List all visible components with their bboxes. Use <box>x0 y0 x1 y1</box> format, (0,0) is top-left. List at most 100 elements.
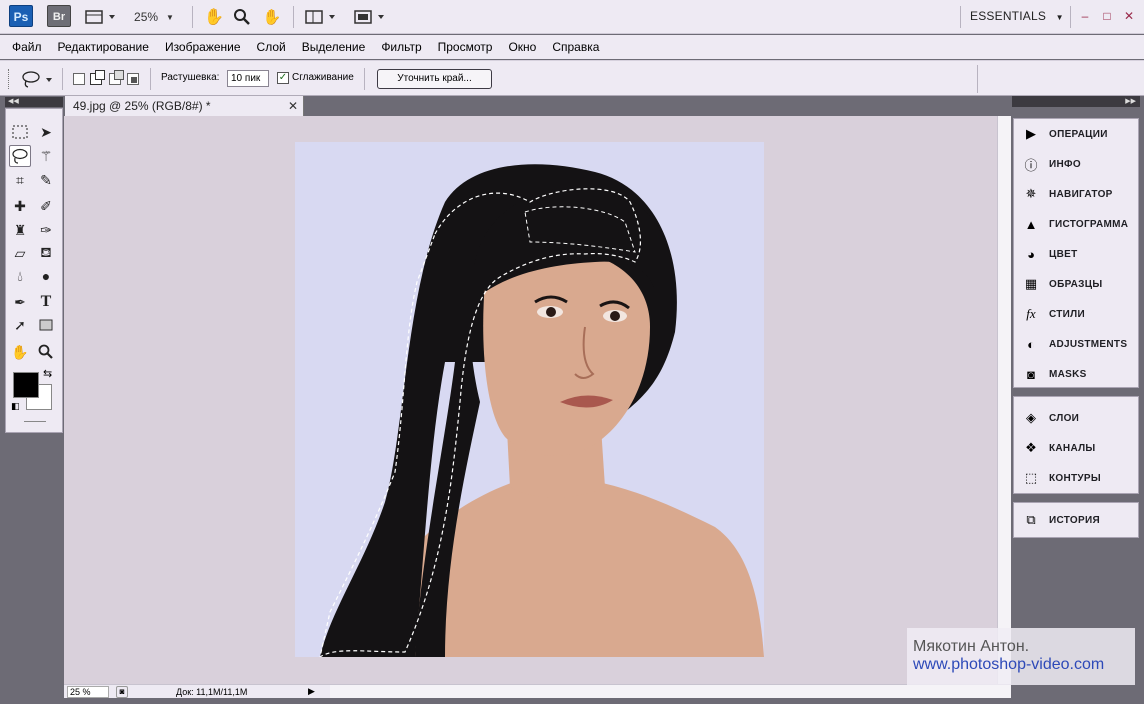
lasso-tool[interactable] <box>9 145 31 167</box>
close-icon[interactable]: ✕ <box>288 96 298 116</box>
panel-masks[interactable]: ◙ MASKS <box>1014 359 1140 389</box>
rectangular-marquee-tool[interactable] <box>9 121 31 143</box>
hand-tool[interactable]: ✋ <box>9 341 31 363</box>
status-menu-arrow-icon[interactable]: ▶ <box>308 686 315 697</box>
paint-bucket-tool[interactable]: ⛾ <box>35 242 57 264</box>
document-tab-bar: 49.jpg @ 25% (RGB/8#) * ✕ <box>64 96 1011 116</box>
path-selection-tool[interactable]: ➚ <box>9 314 31 336</box>
swap-colors-icon[interactable]: ⇆ <box>43 367 52 380</box>
menu-window[interactable]: Окно <box>508 40 536 54</box>
panel-label: КОНТУРЫ <box>1049 472 1101 484</box>
document-tab[interactable]: 49.jpg @ 25% (RGB/8#) * ✕ <box>65 96 304 116</box>
screen-mode-button[interactable] <box>354 6 390 28</box>
arrange-documents-button[interactable] <box>305 6 341 28</box>
hand-tool-button[interactable]: ✋ <box>203 6 225 28</box>
view-extras-button[interactable] <box>82 6 122 28</box>
panel-label: СЛОИ <box>1049 412 1080 424</box>
menu-image[interactable]: Изображение <box>165 40 241 54</box>
panel-info[interactable]: ⓘ ИНФО <box>1014 149 1140 179</box>
right-pupil <box>610 311 620 321</box>
close-button[interactable]: ✕ <box>1121 8 1137 24</box>
watermark-author: Мякотин Антон. <box>913 638 1030 655</box>
magic-wand-tool[interactable]: ⚚ <box>35 145 57 167</box>
eraser-tool[interactable]: ▱ <box>9 242 31 264</box>
panel-channels[interactable]: ❖ КАНАЛЫ <box>1014 433 1140 463</box>
antialias-checkbox[interactable]: ✓ <box>277 72 289 84</box>
panel-styles[interactable]: fx СТИЛИ <box>1014 299 1140 329</box>
type-tool[interactable]: T <box>35 291 57 313</box>
panel-adjustments[interactable]: ◐ ADJUSTMENTS <box>1014 329 1140 359</box>
menu-select[interactable]: Выделение <box>302 40 366 54</box>
panel-color[interactable]: ◕ ЦВЕТ <box>1014 239 1140 269</box>
healing-brush-tool[interactable]: ✚ <box>9 195 31 217</box>
add-to-selection-button[interactable] <box>90 70 105 85</box>
tools-panel-collapse-bar[interactable]: ◀◀ <box>5 97 63 107</box>
panel-history[interactable]: ⧉ ИСТОРИЯ <box>1014 505 1140 535</box>
pen-tool[interactable]: ✒ <box>9 291 31 313</box>
swatches-icon: ▦ <box>1024 276 1038 291</box>
workspace-switcher[interactable]: ESSENTIALS ▼ <box>970 9 1064 23</box>
panel-paths[interactable]: ⬚ КОНТУРЫ <box>1014 463 1140 493</box>
channels-icon: ❖ <box>1025 440 1037 455</box>
panel-label: ОБРАЗЦЫ <box>1049 278 1103 290</box>
panel-label: СТИЛИ <box>1049 308 1085 320</box>
zoom-tool[interactable] <box>35 341 57 363</box>
move-tool[interactable]: ➤ <box>35 121 57 143</box>
panel-label: ОПЕРАЦИИ <box>1049 128 1108 140</box>
panel-histogram[interactable]: ▲ ГИСТОГРАММА <box>1014 209 1140 239</box>
brush-tool[interactable]: ✐ <box>35 195 57 217</box>
masks-icon: ◙ <box>1027 366 1035 382</box>
subtract-from-selection-button[interactable] <box>109 70 124 85</box>
menu-layer[interactable]: Слой <box>257 40 286 54</box>
horizontal-scrollbar[interactable] <box>330 684 1011 698</box>
watermark: Мякотин Антон. www.photoshop-video.com <box>907 628 1135 685</box>
rotate-view-button[interactable]: ✋ <box>261 6 283 28</box>
menu-filter[interactable]: Фильтр <box>381 40 421 54</box>
feather-input[interactable] <box>227 70 269 87</box>
options-bar-grip[interactable] <box>8 69 10 89</box>
history-brush-tool[interactable]: ✑ <box>35 219 57 241</box>
rectangle-shape-tool[interactable] <box>35 314 57 336</box>
tool-preset-picker[interactable] <box>20 69 56 92</box>
panel-actions[interactable]: ▶ ОПЕРАЦИИ <box>1014 119 1140 149</box>
menu-help[interactable]: Справка <box>552 40 599 54</box>
lasso-icon <box>12 148 28 164</box>
minimize-button[interactable]: – <box>1077 8 1093 24</box>
zoom-level-dropdown[interactable]: 25% ▼ <box>128 6 180 28</box>
info-icon: ⓘ <box>1024 157 1038 173</box>
clone-stamp-tool[interactable]: ♜ <box>9 219 31 241</box>
panel-swatches[interactable]: ▦ ОБРАЗЦЫ <box>1014 269 1140 299</box>
menu-file[interactable]: Файл <box>12 40 42 54</box>
panel-layers[interactable]: ◈ СЛОИ <box>1014 403 1140 433</box>
brush-icon: ✐ <box>40 197 52 214</box>
intersect-selection-button[interactable] <box>127 73 139 85</box>
vertical-scrollbar[interactable] <box>997 116 1011 684</box>
panel-label: ADJUSTMENTS <box>1049 338 1128 350</box>
zoom-tool-button[interactable] <box>231 6 253 28</box>
portrait-photo[interactable] <box>295 142 764 657</box>
zoom-percent-field[interactable]: 25 % <box>67 686 109 698</box>
new-selection-button[interactable] <box>73 73 85 85</box>
foreground-color-swatch[interactable] <box>13 372 39 398</box>
panel-navigator[interactable]: ✵ НАВИГАТОР <box>1014 179 1140 209</box>
workspace-name: ESSENTIALS <box>970 9 1047 23</box>
menu-edit[interactable]: Редактирование <box>58 40 149 54</box>
crop-tool[interactable]: ⌗ <box>9 169 31 191</box>
eyedropper-tool[interactable]: ✎ <box>35 169 57 191</box>
zoom-level-value: 25% <box>134 10 159 24</box>
type-t-icon: T <box>40 293 52 310</box>
panel-group-1: ▶ ОПЕРАЦИИ ⓘ ИНФО ✵ НАВИГАТОР ▲ ГИСТОГРАММА … <box>1013 118 1139 388</box>
quick-mask-button[interactable] <box>24 421 46 424</box>
default-colors-icon[interactable]: ◧ <box>11 401 21 411</box>
launch-bridge-button[interactable]: Br <box>47 5 71 27</box>
blur-tool[interactable]: 💧︎ <box>9 265 31 287</box>
document-canvas[interactable] <box>64 116 997 684</box>
maximize-button[interactable]: □ <box>1099 8 1115 24</box>
status-info-button[interactable]: ◙ <box>116 686 128 698</box>
photoshop-window: Ps Br 25% ▼ ✋ ✋ ESSENTIALS ▼ – □ ✕ Файл … <box>0 0 1144 704</box>
refine-edge-button[interactable]: Уточнить край... <box>377 69 492 89</box>
panels-collapse-bar[interactable]: ▶▶ <box>1012 96 1140 107</box>
play-icon: ▶ <box>1026 126 1036 141</box>
dodge-tool[interactable]: ● <box>35 265 57 287</box>
menu-view[interactable]: Просмотр <box>438 40 493 54</box>
